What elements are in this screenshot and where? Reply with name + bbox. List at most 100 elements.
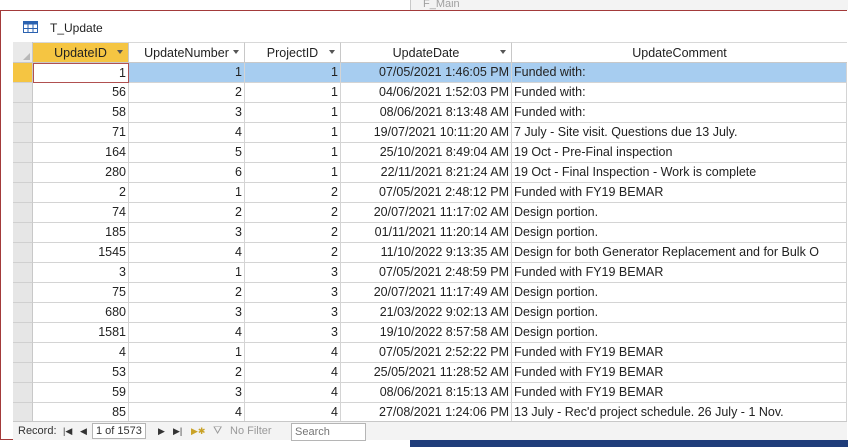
cell-updatecomment[interactable]: 13 July - Rec'd project schedule. 26 Jul…: [512, 403, 847, 423]
cell-projectid[interactable]: 2: [245, 183, 341, 203]
cell-updatedate[interactable]: 07/05/2021 2:52:22 PM: [341, 343, 512, 363]
cell-updatenumber[interactable]: 3: [129, 383, 245, 403]
table-row[interactable]: 280 6 1 22/11/2021 8:21:24 AM 19 Oct - Final…: [1, 163, 847, 183]
new-record-icon[interactable]: ▶✱: [191, 424, 205, 438]
table-row[interactable]: 74 2 2 20/07/2021 11:17:02 AM Design portio…: [1, 203, 847, 223]
chevron-down-icon[interactable]: [500, 50, 506, 54]
record-selector[interactable]: [13, 143, 33, 163]
cell-updatenumber[interactable]: 4: [129, 403, 245, 423]
cell-updatecomment[interactable]: Funded with FY19 BEMAR: [512, 183, 847, 203]
cell-updatecomment[interactable]: 19 Oct - Pre-Final inspection: [512, 143, 847, 163]
cell-updatedate[interactable]: 08/06/2021 8:15:13 AM: [341, 383, 512, 403]
record-selector[interactable]: [13, 363, 33, 383]
column-header-updateid[interactable]: UpdateID: [33, 42, 129, 63]
record-selector[interactable]: [13, 323, 33, 343]
cell-updatecomment[interactable]: Design for both Generator Replacement an…: [512, 243, 847, 263]
cell-updateid[interactable]: 1: [33, 63, 129, 83]
cell-projectid[interactable]: 1: [245, 63, 341, 83]
select-all-corner[interactable]: [13, 42, 33, 63]
cell-projectid[interactable]: 2: [245, 203, 341, 223]
column-header-updatecomment[interactable]: UpdateComment: [512, 42, 847, 63]
table-row[interactable]: 185 3 2 01/11/2021 11:20:14 AM Design portio…: [1, 223, 847, 243]
cell-projectid[interactable]: 1: [245, 123, 341, 143]
cell-projectid[interactable]: 1: [245, 163, 341, 183]
cell-updatenumber[interactable]: 4: [129, 123, 245, 143]
table-row[interactable]: 164 5 1 25/10/2021 8:49:04 AM 19 Oct - Pre-F…: [1, 143, 847, 163]
cell-updatedate[interactable]: 20/07/2021 11:17:49 AM: [341, 283, 512, 303]
cell-updatenumber[interactable]: 3: [129, 223, 245, 243]
cell-projectid[interactable]: 1: [245, 143, 341, 163]
no-filter-button[interactable]: No Filter: [230, 424, 272, 438]
cell-projectid[interactable]: 4: [245, 363, 341, 383]
cell-updatecomment[interactable]: Funded with:: [512, 63, 847, 83]
cell-updatedate[interactable]: 11/10/2022 9:13:35 AM: [341, 243, 512, 263]
cell-updatenumber[interactable]: 1: [129, 343, 245, 363]
cell-updatecomment[interactable]: Design portion.: [512, 303, 847, 323]
cell-updateid[interactable]: 680: [33, 303, 129, 323]
next-record-icon[interactable]: ▶: [158, 424, 165, 438]
cell-updatedate[interactable]: 07/05/2021 1:46:05 PM: [341, 63, 512, 83]
table-row[interactable]: 58 3 1 08/06/2021 8:13:48 AM Funded with:: [1, 103, 847, 123]
cell-updatecomment[interactable]: Funded with:: [512, 83, 847, 103]
cell-updatenumber[interactable]: 1: [129, 263, 245, 283]
cell-updatenumber[interactable]: 2: [129, 203, 245, 223]
table-row[interactable]: 56 2 1 04/06/2021 1:52:03 PM Funded with:: [1, 83, 847, 103]
cell-updateid[interactable]: 74: [33, 203, 129, 223]
cell-updatenumber[interactable]: 3: [129, 303, 245, 323]
table-row[interactable]: 680 3 3 21/03/2022 9:02:13 AM Design portion…: [1, 303, 847, 323]
table-row[interactable]: 1545 4 2 11/10/2022 9:13:35 AM Design for bo…: [1, 243, 847, 263]
filter-icon[interactable]: ⛛: [213, 424, 222, 438]
cell-updateid[interactable]: 85: [33, 403, 129, 423]
cell-updatedate[interactable]: 04/06/2021 1:52:03 PM: [341, 83, 512, 103]
column-header-projectid[interactable]: ProjectID: [245, 42, 341, 63]
chevron-down-icon[interactable]: [233, 50, 239, 54]
cell-updatecomment[interactable]: Funded with FY19 BEMAR: [512, 383, 847, 403]
cell-updateid[interactable]: 2: [33, 183, 129, 203]
table-row[interactable]: 3 1 3 07/05/2021 2:48:59 PM Funded with FY19…: [1, 263, 847, 283]
cell-updatecomment[interactable]: 7 July - Site visit. Questions due 13 Ju…: [512, 123, 847, 143]
cell-updatedate[interactable]: 19/10/2022 8:57:58 AM: [341, 323, 512, 343]
cell-updatenumber[interactable]: 5: [129, 143, 245, 163]
cell-updatedate[interactable]: 19/07/2021 10:11:20 AM: [341, 123, 512, 143]
table-row[interactable]: 75 2 3 20/07/2021 11:17:49 AM Design portion…: [1, 283, 847, 303]
cell-updateid[interactable]: 1581: [33, 323, 129, 343]
cell-updatenumber[interactable]: 4: [129, 323, 245, 343]
cell-updatedate[interactable]: 20/07/2021 11:17:02 AM: [341, 203, 512, 223]
cell-updatedate[interactable]: 25/10/2021 8:49:04 AM: [341, 143, 512, 163]
record-selector[interactable]: [13, 83, 33, 103]
cell-updatedate[interactable]: 07/05/2021 2:48:12 PM: [341, 183, 512, 203]
record-selector[interactable]: [13, 183, 33, 203]
cell-projectid[interactable]: 2: [245, 223, 341, 243]
cell-updatenumber[interactable]: 2: [129, 83, 245, 103]
record-selector[interactable]: [13, 163, 33, 183]
cell-updatenumber[interactable]: 2: [129, 363, 245, 383]
cell-updatecomment[interactable]: Design portion.: [512, 223, 847, 243]
cell-updatenumber[interactable]: 2: [129, 283, 245, 303]
cell-updatenumber[interactable]: 1: [129, 63, 245, 83]
column-header-updatedate[interactable]: UpdateDate: [341, 42, 512, 63]
cell-updateid[interactable]: 53: [33, 363, 129, 383]
record-selector[interactable]: [13, 263, 33, 283]
cell-updateid[interactable]: 185: [33, 223, 129, 243]
cell-updateid[interactable]: 75: [33, 283, 129, 303]
record-selector[interactable]: [13, 403, 33, 423]
previous-record-icon[interactable]: ◀: [80, 424, 87, 438]
cell-updateid[interactable]: 56: [33, 83, 129, 103]
record-selector[interactable]: [13, 343, 33, 363]
chevron-down-icon[interactable]: [329, 50, 335, 54]
record-selector[interactable]: [13, 223, 33, 243]
cell-updatedate[interactable]: 01/11/2021 11:20:14 AM: [341, 223, 512, 243]
column-header-updatenumber[interactable]: UpdateNumber: [129, 42, 245, 63]
cell-projectid[interactable]: 4: [245, 343, 341, 363]
cell-updatenumber[interactable]: 4: [129, 243, 245, 263]
cell-updateid[interactable]: 164: [33, 143, 129, 163]
cell-updateid[interactable]: 4: [33, 343, 129, 363]
first-record-icon[interactable]: |◀: [63, 424, 72, 438]
record-selector[interactable]: [13, 243, 33, 263]
table-row[interactable]: 4 1 4 07/05/2021 2:52:22 PM Funded with FY19…: [1, 343, 847, 363]
record-selector[interactable]: [13, 383, 33, 403]
table-row[interactable]: 53 2 4 25/05/2021 11:28:52 AM Funded with FY…: [1, 363, 847, 383]
cell-updatenumber[interactable]: 1: [129, 183, 245, 203]
table-row[interactable]: 71 4 1 19/07/2021 10:11:20 AM 7 July - Site …: [1, 123, 847, 143]
title-bar[interactable]: T_Update: [1, 11, 847, 42]
